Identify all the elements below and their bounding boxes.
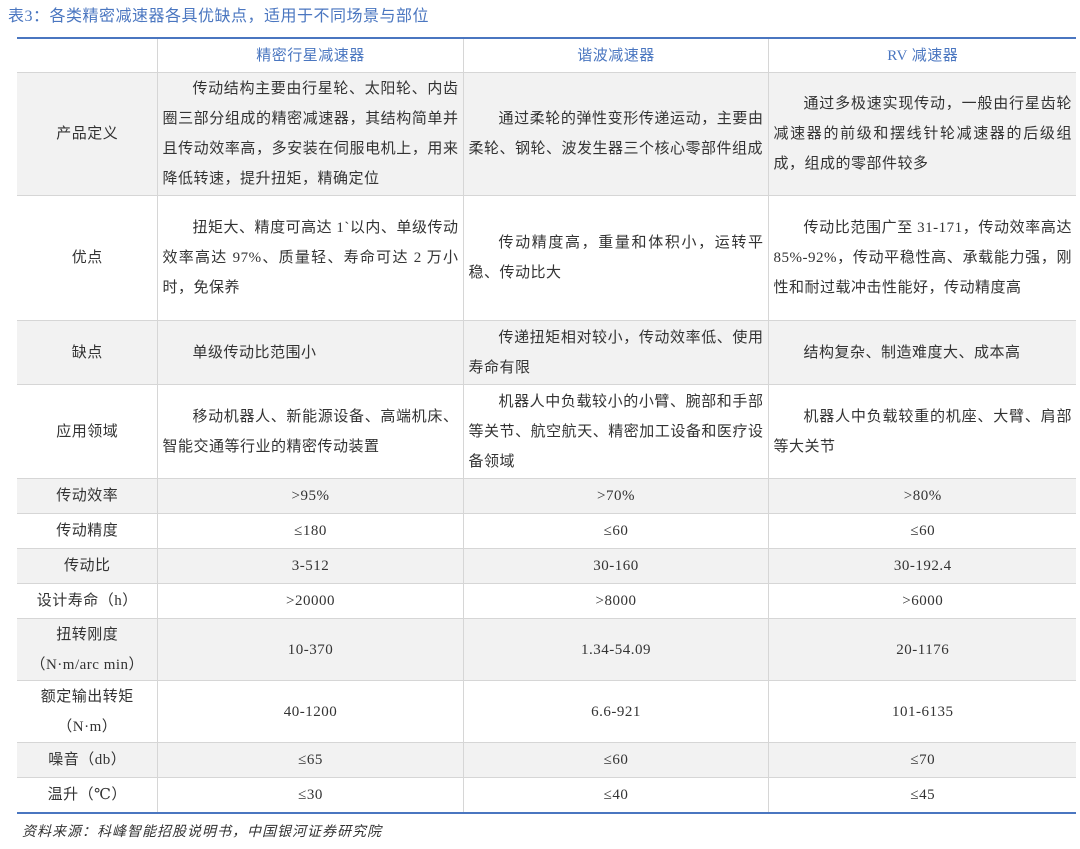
temperature-rise-planetary-cell: ≤30 <box>156 777 464 814</box>
table-row-torsional-stiffness: 扭转刚度 （N·m/arc min） 10-370 1.34-54.09 20-… <box>17 618 1076 681</box>
row-label-text: 额定输出转矩 <box>40 688 134 705</box>
column-header-harmonic: 谐波减速器 <box>462 37 769 73</box>
design-life-rv-cell: >6000 <box>767 583 1076 619</box>
design-life-harmonic-cell: >8000 <box>462 583 769 619</box>
header-corner-cell <box>17 37 158 73</box>
advantages-harmonic-cell: 传动精度高，重量和体积小，运转平稳、传动比大 <box>462 195 769 321</box>
row-label-text: 温升（℃） <box>47 787 127 803</box>
noise-planetary-cell: ≤65 <box>156 742 464 778</box>
precision-planetary-cell: ≤180 <box>156 513 464 549</box>
row-label-efficiency: 传动效率 <box>17 478 158 514</box>
table-row-efficiency: 传动效率 >95% >70% >80% <box>17 478 1076 514</box>
rated-torque-harmonic-cell: 6.6-921 <box>462 680 769 743</box>
table-row-ratio: 传动比 3-512 30-160 30-192.4 <box>17 548 1076 584</box>
applications-harmonic-cell: 机器人中负载较小的小臂、腕部和手部等关节、航空航天、精密加工设备和医疗设备领域 <box>462 384 769 479</box>
temperature-rise-harmonic-cell: ≤40 <box>462 777 769 814</box>
disadvantages-harmonic-cell: 传递扭矩相对较小，传动效率低、使用寿命有限 <box>462 320 769 385</box>
row-label-definition: 产品定义 <box>17 72 158 196</box>
definition-planetary-cell: 传动结构主要由行星轮、太阳轮、内齿圈三部分组成的精密减速器，其结构简单并且传动效… <box>156 72 464 196</box>
torsional-stiffness-planetary-cell: 10-370 <box>156 618 464 681</box>
row-label-rated-torque: 额定输出转矩 （N·m） <box>17 680 158 743</box>
disadvantages-rv-cell: 结构复杂、制造难度大、成本高 <box>767 320 1076 385</box>
table-row-design-life: 设计寿命（h） >20000 >8000 >6000 <box>17 583 1076 619</box>
applications-planetary-cell: 移动机器人、新能源设备、高端机床、智能交通等行业的精密传动装置 <box>156 384 464 479</box>
row-label-text: 传动效率 <box>56 488 119 504</box>
row-label-text: 传动比 <box>63 558 111 574</box>
definition-rv-cell: 通过多极速实现传动，一般由行星齿轮减速器的前级和摆线针轮减速器的后级组成，组成的… <box>767 72 1076 196</box>
row-label-temperature-rise: 温升（℃） <box>17 777 158 814</box>
row-label-text: 设计寿命（h） <box>36 593 138 609</box>
table-row-applications: 应用领域 移动机器人、新能源设备、高端机床、智能交通等行业的精密传动装置 机器人… <box>17 384 1076 479</box>
rated-torque-rv-cell: 101-6135 <box>767 680 1076 743</box>
row-label-disadvantages: 缺点 <box>17 320 158 385</box>
precision-rv-cell: ≤60 <box>767 513 1076 549</box>
table-row-rated-torque: 额定输出转矩 （N·m） 40-1200 6.6-921 101-6135 <box>17 680 1076 743</box>
applications-rv-cell: 机器人中负载较重的机座、大臂、肩部等大关节 <box>767 384 1076 479</box>
row-label-text: 噪音（db） <box>48 752 127 768</box>
ratio-rv-cell: 30-192.4 <box>767 548 1076 584</box>
table-row-definition: 产品定义 传动结构主要由行星轮、太阳轮、内齿圈三部分组成的精密减速器，其结构简单… <box>17 72 1076 196</box>
torsional-stiffness-rv-cell: 20-1176 <box>767 618 1076 681</box>
row-label-unit: （N·m） <box>57 718 118 735</box>
column-header-planetary: 精密行星减速器 <box>156 37 464 73</box>
row-label-unit: （N·m/arc min） <box>30 656 145 673</box>
advantages-rv-cell: 传动比范围广至 31-171，传动效率高达 85%-92%，传动平稳性高、承载能… <box>767 195 1076 321</box>
temperature-rise-rv-cell: ≤45 <box>767 777 1076 814</box>
table-head: 精密行星减速器 谐波减速器 RV 减速器 <box>17 37 1076 73</box>
row-label-text: 缺点 <box>71 344 103 361</box>
source-note: 资料来源：科峰智能招股说明书，中国银河证券研究院 <box>22 825 382 840</box>
row-label-advantages: 优点 <box>17 195 158 321</box>
ratio-harmonic-cell: 30-160 <box>462 548 769 584</box>
rated-torque-planetary-cell: 40-1200 <box>156 680 464 743</box>
row-label-text: 应用领域 <box>56 423 119 440</box>
row-label-ratio: 传动比 <box>17 548 158 584</box>
table-row-advantages: 优点 扭矩大、精度可高达 1`以内、单级传动效率高达 97%、质量轻、寿命可达 … <box>17 195 1076 321</box>
row-label-text: 优点 <box>71 250 103 266</box>
torsional-stiffness-harmonic-cell: 1.34-54.09 <box>462 618 769 681</box>
advantages-planetary-cell: 扭矩大、精度可高达 1`以内、单级传动效率高达 97%、质量轻、寿命可达 2 万… <box>156 195 464 321</box>
row-label-noise: 噪音（db） <box>17 742 158 778</box>
definition-harmonic-cell: 通过柔轮的弹性变形传递运动，主要由柔轮、钢轮、波发生器三个核心零部件组成 <box>462 72 769 196</box>
table-row-precision: 传动精度 ≤180 ≤60 ≤60 <box>17 513 1076 549</box>
table-caption: 表3：各类精密减速器各具优缺点，适用于不同场景与部位 <box>8 8 430 25</box>
table-header-row: 精密行星减速器 谐波减速器 RV 减速器 <box>17 37 1076 73</box>
row-label-applications: 应用领域 <box>17 384 158 479</box>
table-row-disadvantages: 缺点 单级传动比范围小 传递扭矩相对较小，传动效率低、使用寿命有限 结构复杂、制… <box>17 320 1076 385</box>
row-label-text: 产品定义 <box>56 126 119 142</box>
row-label-torsional-stiffness: 扭转刚度 （N·m/arc min） <box>17 618 158 681</box>
design-life-planetary-cell: >20000 <box>156 583 464 619</box>
row-label-design-life: 设计寿命（h） <box>17 583 158 619</box>
table-row-temperature-rise: 温升（℃） ≤30 ≤40 ≤45 <box>17 777 1076 814</box>
efficiency-harmonic-cell: >70% <box>462 478 769 514</box>
table-body: 产品定义 传动结构主要由行星轮、太阳轮、内齿圈三部分组成的精密减速器，其结构简单… <box>17 72 1076 814</box>
noise-harmonic-cell: ≤60 <box>462 742 769 778</box>
row-label-text: 传动精度 <box>56 523 119 539</box>
row-label-text: 扭转刚度 <box>56 626 119 643</box>
row-label-precision: 传动精度 <box>17 513 158 549</box>
reducer-comparison-table: 精密行星减速器 谐波减速器 RV 减速器 产品定义 传动结构主要由行星轮、太阳轮… <box>17 37 1076 814</box>
efficiency-planetary-cell: >95% <box>156 478 464 514</box>
efficiency-rv-cell: >80% <box>767 478 1076 514</box>
disadvantages-planetary-cell: 单级传动比范围小 <box>156 320 464 385</box>
ratio-planetary-cell: 3-512 <box>156 548 464 584</box>
table-row-noise: 噪音（db） ≤65 ≤60 ≤70 <box>17 742 1076 778</box>
column-header-rv: RV 减速器 <box>767 37 1076 73</box>
noise-rv-cell: ≤70 <box>767 742 1076 778</box>
precision-harmonic-cell: ≤60 <box>462 513 769 549</box>
